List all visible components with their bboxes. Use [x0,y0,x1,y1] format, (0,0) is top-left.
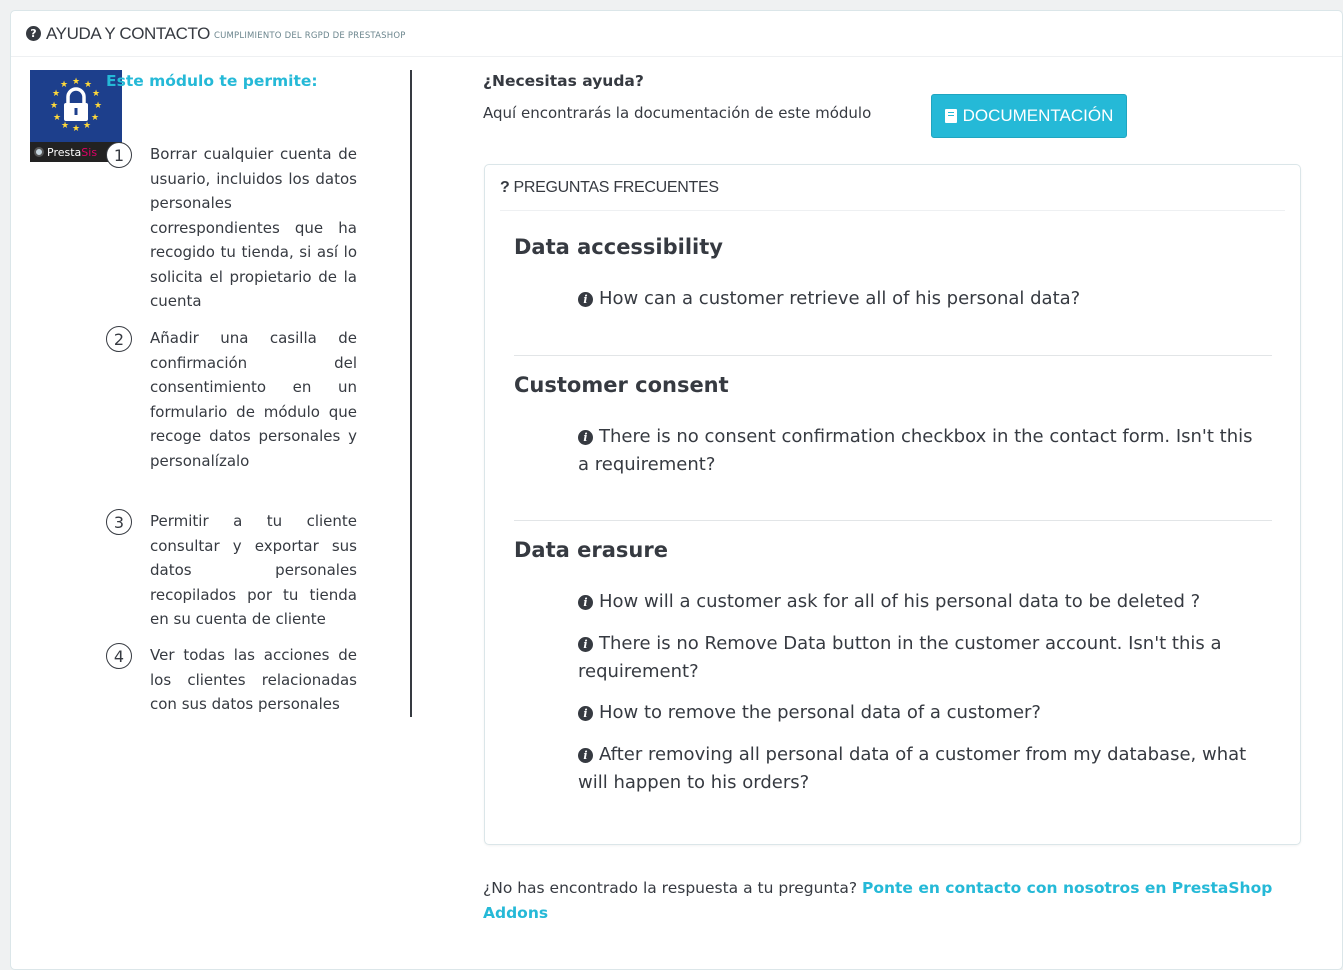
faq-panel: ? PREGUNTAS FRECUENTES Data accessibilit… [484,164,1301,845]
faq-category-customer-consent: Customer consent [514,373,729,397]
feature-item-2: 2 Añadir una casilla de confirmación del… [106,326,366,473]
svg-text:★: ★ [61,121,69,131]
svg-text:★: ★ [91,113,99,123]
faq-question-link[interactable]: i How will a customer ask for all of his … [578,588,1253,616]
faq-separator [514,520,1272,521]
faq-question-link[interactable]: i After removing all personal data of a c… [578,741,1253,797]
faq-question-mark: ? [500,178,510,196]
info-icon: i [578,706,593,721]
book-icon [944,109,957,123]
feature-text: Permitir a tu cliente consultar y export… [150,512,357,628]
faq-question-text: After removing all personal data of a cu… [578,744,1247,793]
faq-question-text: How can a customer retrieve all of his p… [599,288,1081,309]
panel-subtitle: CUMPLIMIENTO DEL RGPD DE PRESTASHOP [213,31,406,41]
info-icon: i [578,292,593,307]
feature-text: Ver todas las acciones de los clientes r… [150,646,357,713]
info-icon: i [578,430,593,445]
feature-text: Añadir una casilla de confirmación del c… [150,329,357,470]
feature-item-1: 1 Borrar cualquier cuenta de usuario, in… [106,142,366,314]
faq-question-link[interactable]: i There is no Remove Data button in the c… [578,630,1253,686]
panel-title: AYUDA Y CONTACTO [46,23,210,43]
svg-text:★: ★ [52,89,60,99]
number-1-icon: 1 [106,142,132,168]
help-title: ¿Necesitas ayuda? [483,72,644,90]
contact-footer: ¿No has encontrado la respuesta a tu pre… [483,876,1283,925]
number-3-icon: 3 [106,509,132,535]
feature-text: Borrar cualquier cuenta de usuario, incl… [150,145,357,310]
documentation-button-label: DOCUMENTACIÓN [962,106,1114,125]
faq-separator [514,355,1272,356]
svg-text:★: ★ [50,101,58,111]
prestashop-logo-icon [34,147,44,157]
svg-text:★: ★ [83,121,91,131]
logo-text-sis: Sis [81,145,98,159]
faq-category-data-accessibility: Data accessibility [514,235,723,259]
faq-category-data-erasure: Data erasure [514,538,668,562]
faq-heading-label: PREGUNTAS FRECUENTES [513,178,719,196]
logo-text-presta: Presta [47,145,82,159]
faq-question-text: There is no consent confirmation checkbo… [578,426,1253,475]
svg-text:★: ★ [72,124,80,134]
help-text: Aquí encontrarás la documentación de est… [483,104,872,122]
documentation-button[interactable]: DOCUMENTACIÓN [931,94,1127,138]
faq-question-text: There is no Remove Data button in the cu… [578,633,1222,682]
svg-text:★: ★ [92,89,100,99]
faq-question-link[interactable]: i There is no consent confirmation checkb… [578,423,1253,479]
svg-text:★: ★ [94,101,102,111]
faq-question-link[interactable]: i How to remove the personal data of a cu… [578,699,1253,727]
info-icon: i [578,637,593,652]
panel-heading: ? AYUDA Y CONTACTO CUMPLIMIENTO DEL RGPD… [11,11,1342,57]
feature-item-4: 4 Ver todas las acciones de los clientes… [106,643,366,717]
info-icon: i [578,748,593,763]
faq-question-text: How will a customer ask for all of his p… [599,591,1201,612]
footer-text: ¿No has encontrado la respuesta a tu pre… [483,879,858,897]
faq-heading: ? PREGUNTAS FRECUENTES [500,165,1285,211]
svg-text:★: ★ [53,113,61,123]
feature-item-3: 3 Permitir a tu cliente consultar y expo… [106,509,366,632]
svg-text:★: ★ [72,77,80,87]
column-divider [410,70,412,717]
svg-text:★: ★ [84,80,92,90]
question-circle-icon: ? [26,26,41,41]
number-2-icon: 2 [106,326,132,352]
svg-text:★: ★ [60,80,68,90]
number-4-icon: 4 [106,643,132,669]
module-intro: Este módulo te permite: [106,72,318,90]
info-icon: i [578,595,593,610]
faq-question-link[interactable]: i How can a customer retrieve all of his … [578,285,1253,313]
faq-question-text: How to remove the personal data of a cus… [599,702,1041,723]
